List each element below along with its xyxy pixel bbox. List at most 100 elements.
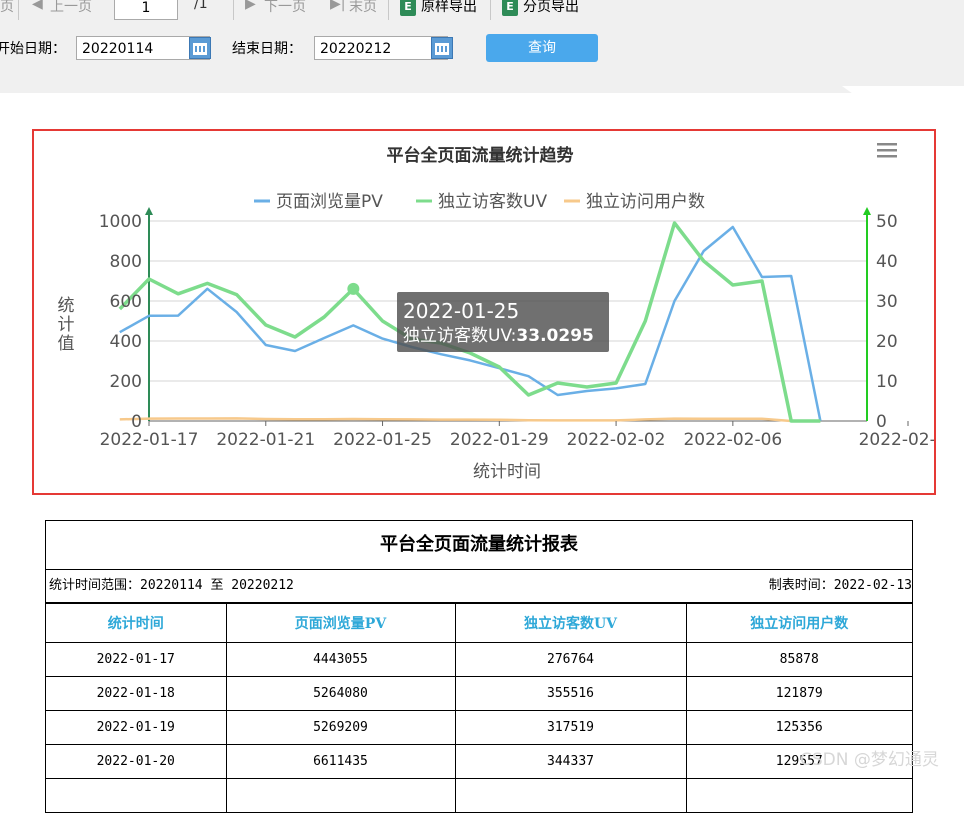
y-right-tick-label: 20: [876, 332, 898, 352]
report-table-panel: 平台全页面流量统计报表 统计时间范围：20220114 至 20220212 制…: [45, 520, 913, 813]
y-right-axis-arrow: [863, 207, 871, 215]
y-left-tick-label: 600: [110, 292, 142, 312]
y-right-tick-label: 50: [876, 212, 898, 232]
traffic-trend-chart: 平台全页面流量统计趋势 页面浏览量PV 独立访客数UV 独立访问用户数 020040…: [58, 143, 957, 482]
cell-users: [685, 778, 912, 813]
prev-page-button[interactable]: 上一页: [50, 0, 92, 16]
cell-pv: 6611435: [225, 744, 456, 779]
report-title: 平台全页面流量统计报表: [46, 521, 912, 570]
excel-paged-export-icon: E: [502, 0, 518, 16]
cell-users: 125356: [685, 710, 912, 745]
cell-users: 121879: [685, 676, 912, 711]
toolbar-area: 页 ◀ 上一页 1 /1 ▶ 下一页 ▶| 末页 E 原样导出 E 分页导出 开…: [0, 0, 964, 93]
x-tick-label: 2022-02-02: [567, 430, 666, 450]
start-calendar-icon[interactable]: [189, 37, 211, 59]
chart-title: 平台全页面流量统计趋势: [387, 145, 574, 166]
toolbar-divider: [233, 0, 234, 20]
column-header-date[interactable]: 统计时间: [46, 603, 227, 643]
legend-label: 页面浏览量PV: [276, 192, 383, 212]
next-arrow-icon: ▶: [245, 0, 256, 12]
cell-uv: 344337: [454, 744, 687, 779]
cell-date: [46, 778, 227, 813]
chart-legend: 页面浏览量PV 独立访客数UV 独立访问用户数: [254, 192, 705, 212]
chart-panel: 平台全页面流量统计趋势 页面浏览量PV 独立访客数UV 独立访问用户数 0 200 40…: [32, 129, 957, 495]
report-meta: 统计时间范围：20220114 至 20220212 制表时间：2022-02-…: [46, 570, 912, 603]
x-axis-label: 统计时间: [473, 462, 541, 482]
export-original-button[interactable]: 原样导出: [421, 0, 477, 16]
table-row: 2022-01-20 6611435 344337 129557: [46, 744, 912, 779]
column-header-uv[interactable]: 独立访客数UV: [454, 603, 687, 643]
panel-tab-edge: [842, 86, 964, 93]
toolbar-divider: [18, 0, 19, 20]
table-row: [46, 778, 912, 813]
column-header-pv[interactable]: 页面浏览量PV: [225, 603, 456, 643]
y-left-tick-label: 200: [110, 372, 142, 392]
y-right-tick-label: 30: [876, 292, 898, 312]
toolbar-divider: [490, 0, 491, 20]
export-paged-button[interactable]: 分页导出: [523, 0, 579, 16]
x-tick-label: 2022-02-12: [859, 430, 934, 450]
table-header-row: 统计时间 页面浏览量PV 独立访客数UV 独立访问用户数: [46, 603, 912, 643]
cell-date: 2022-01-18: [46, 676, 227, 711]
x-tick-label: 2022-01-29: [450, 430, 549, 450]
y-left-tick-label: 1000: [99, 212, 142, 232]
cell-date: 2022-01-17: [46, 642, 227, 677]
legend-label: 独立访客数UV: [438, 192, 547, 212]
table-row: 2022-01-17 4443055 276764 85878: [46, 642, 912, 677]
legend-label: 独立访问用户数: [586, 192, 705, 212]
cell-uv: 355516: [454, 676, 687, 711]
report-made-time: 制表时间：2022-02-13: [768, 578, 912, 593]
tooltip-value: 独立访客数UV:33.0295: [403, 326, 594, 346]
prev-arrow-icon: ◀: [32, 0, 43, 12]
tooltip-series-label: 独立访客数UV:: [403, 326, 516, 346]
x-tick-label: 2022-01-17: [100, 430, 199, 450]
excel-export-icon: E: [400, 0, 416, 16]
y-left-tick-label: 400: [110, 332, 142, 352]
x-tick-label: 2022-01-21: [216, 430, 315, 450]
next-page-button[interactable]: 下一页: [264, 0, 306, 16]
cell-date: 2022-01-19: [46, 710, 227, 745]
report-range: 统计时间范围：20220114 至 20220212: [49, 578, 294, 593]
start-date-label: 开始日期：: [0, 41, 66, 57]
chart-menu-icon[interactable]: [877, 143, 897, 158]
end-calendar-icon[interactable]: [431, 37, 453, 59]
end-date-label: 结束日期：: [232, 41, 302, 57]
end-date-input[interactable]: 20220212: [314, 36, 448, 60]
cell-pv: [225, 778, 456, 813]
query-button[interactable]: 查询: [486, 34, 598, 62]
cell-uv: 276764: [454, 642, 687, 677]
csdn-watermark: CSDN @梦幻通灵: [800, 750, 939, 770]
last-arrow-icon: ▶|: [330, 0, 346, 12]
first-page-button[interactable]: 页: [0, 0, 14, 16]
toolbar-divider: [388, 0, 389, 20]
last-page-button[interactable]: 末页: [349, 0, 377, 16]
x-tick-label: 2022-01-25: [333, 430, 432, 450]
cell-uv: [454, 778, 687, 813]
cell-users: 85878: [685, 642, 912, 677]
chart-tooltip: 2022-01-25 独立访客数UV:33.0295: [347, 282, 609, 352]
pager-toolbar: 页 ◀ 上一页 1 /1 ▶ 下一页 ▶| 末页 E 原样导出 E 分页导出: [0, 0, 964, 20]
cell-uv: 317519: [454, 710, 687, 745]
table-row: 2022-01-18 5264080 355516 121879: [46, 676, 912, 711]
cell-pv: 4443055: [225, 642, 456, 677]
table-row: 2022-01-19 5269209 317519 125356: [46, 710, 912, 745]
y-left-tick-label: 0: [131, 412, 142, 432]
x-tick-label: 2022-02-06: [683, 430, 782, 450]
y-left-axis-arrow: [145, 207, 153, 215]
report-table: 统计时间 页面浏览量PV 独立访客数UV 独立访问用户数 2022-01-17 …: [46, 603, 912, 813]
tooltip-date: 2022-01-25: [403, 299, 519, 323]
cell-pv: 5264080: [225, 676, 456, 711]
page-number-input[interactable]: 1: [114, 0, 178, 20]
tooltip-point: [347, 282, 360, 295]
y-right-tick-label: 10: [876, 372, 898, 392]
y-right-tick-label: 40: [876, 252, 898, 272]
y-axis-label: 统计值: [58, 296, 75, 354]
date-filter-row: 开始日期： 20220114 结束日期： 20220212 查询: [0, 34, 964, 64]
cell-pv: 5269209: [225, 710, 456, 745]
page-total: /1: [194, 0, 208, 12]
tooltip-series-value: 33.0295: [516, 326, 593, 346]
cell-date: 2022-01-20: [46, 744, 227, 779]
y-right-tick-label: 0: [876, 412, 887, 432]
y-left-tick-label: 800: [110, 252, 142, 272]
column-header-users[interactable]: 独立访问用户数: [685, 603, 912, 643]
